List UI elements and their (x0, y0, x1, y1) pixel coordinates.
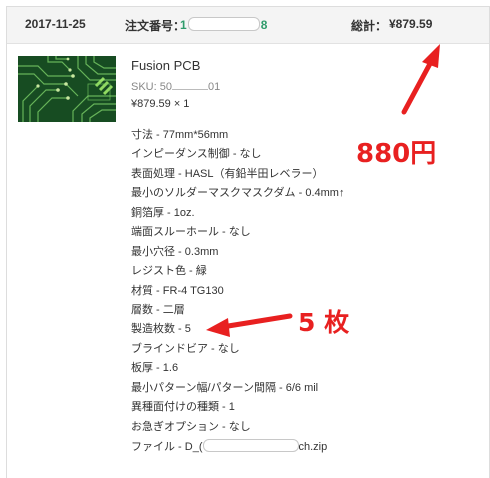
spec-item: 最小のソルダーマスクマスクダム - 0.4mm↑ (131, 187, 345, 200)
spec-item: 最小パターン幅/パターン間隔 - 6/6 mil (131, 381, 319, 394)
spec-item: レジスト色 - 緑 (131, 265, 207, 278)
spec-item: ブラインドビア - なし (131, 342, 240, 355)
spec-item: 寸法 - 77mm*56mm (131, 129, 229, 141)
sku-prefix: SKU: 50 (131, 81, 172, 93)
order-number-link[interactable]: 18 (180, 17, 267, 32)
sku-suffix: 01 (207, 81, 221, 93)
spec-item: 端面スルーホール - なし (131, 226, 251, 239)
spec-item: 最小穴径 - 0.3mm (131, 245, 219, 258)
price-annotation: 880円 (356, 139, 437, 169)
order-total-label: 総計： (351, 19, 388, 33)
order-date: 2017-11-25 (25, 17, 86, 31)
file-suffix: ch.zip (298, 441, 328, 453)
product-price-quantity: ¥879.59 × 1 (131, 98, 190, 110)
spec-item: お急ぎオプション - なし (131, 420, 251, 433)
order-number-label: 注文番号： (125, 19, 186, 33)
spec-item-file: ファイル - D_( ch.zip (131, 439, 344, 458)
redaction-mask (187, 17, 260, 31)
redaction-mask (171, 80, 208, 90)
quantity-annotation: 5 枚 (298, 308, 350, 337)
spec-item: インピーダンス制御 - なし (131, 148, 262, 161)
spec-item: 銅箔厚 - 1oz. (131, 206, 195, 219)
spec-item: 材質 - FR-4 TG130 (131, 284, 224, 297)
product-name[interactable]: Fusion PCB (131, 58, 200, 73)
spec-item: 表面処理 - HASL（有鉛半田レベラー） (131, 167, 324, 180)
spec-item: 異種面付けの種類 - 1 (131, 401, 235, 414)
order-header: 2017-11-25 注文番号： 18 総計： ¥879.59 (7, 7, 489, 44)
pcb-image-graphic (18, 56, 116, 122)
order-number-suffix: 8 (260, 18, 268, 32)
order-number-prefix: 1 (180, 18, 187, 32)
spec-item: 板厚 - 1.6 (131, 362, 179, 375)
spec-list: 寸法 - 77mm*56mm インピーダンス制御 - なし 表面処理 - HAS… (131, 128, 344, 458)
redaction-mask (202, 439, 299, 452)
pcb-thumbnail-image[interactable] (18, 56, 116, 122)
product-sku: SKU: 50 01 (131, 80, 220, 93)
order-total-value: ¥879.59 (389, 17, 433, 31)
file-prefix: ファイル - D_( (131, 441, 203, 453)
